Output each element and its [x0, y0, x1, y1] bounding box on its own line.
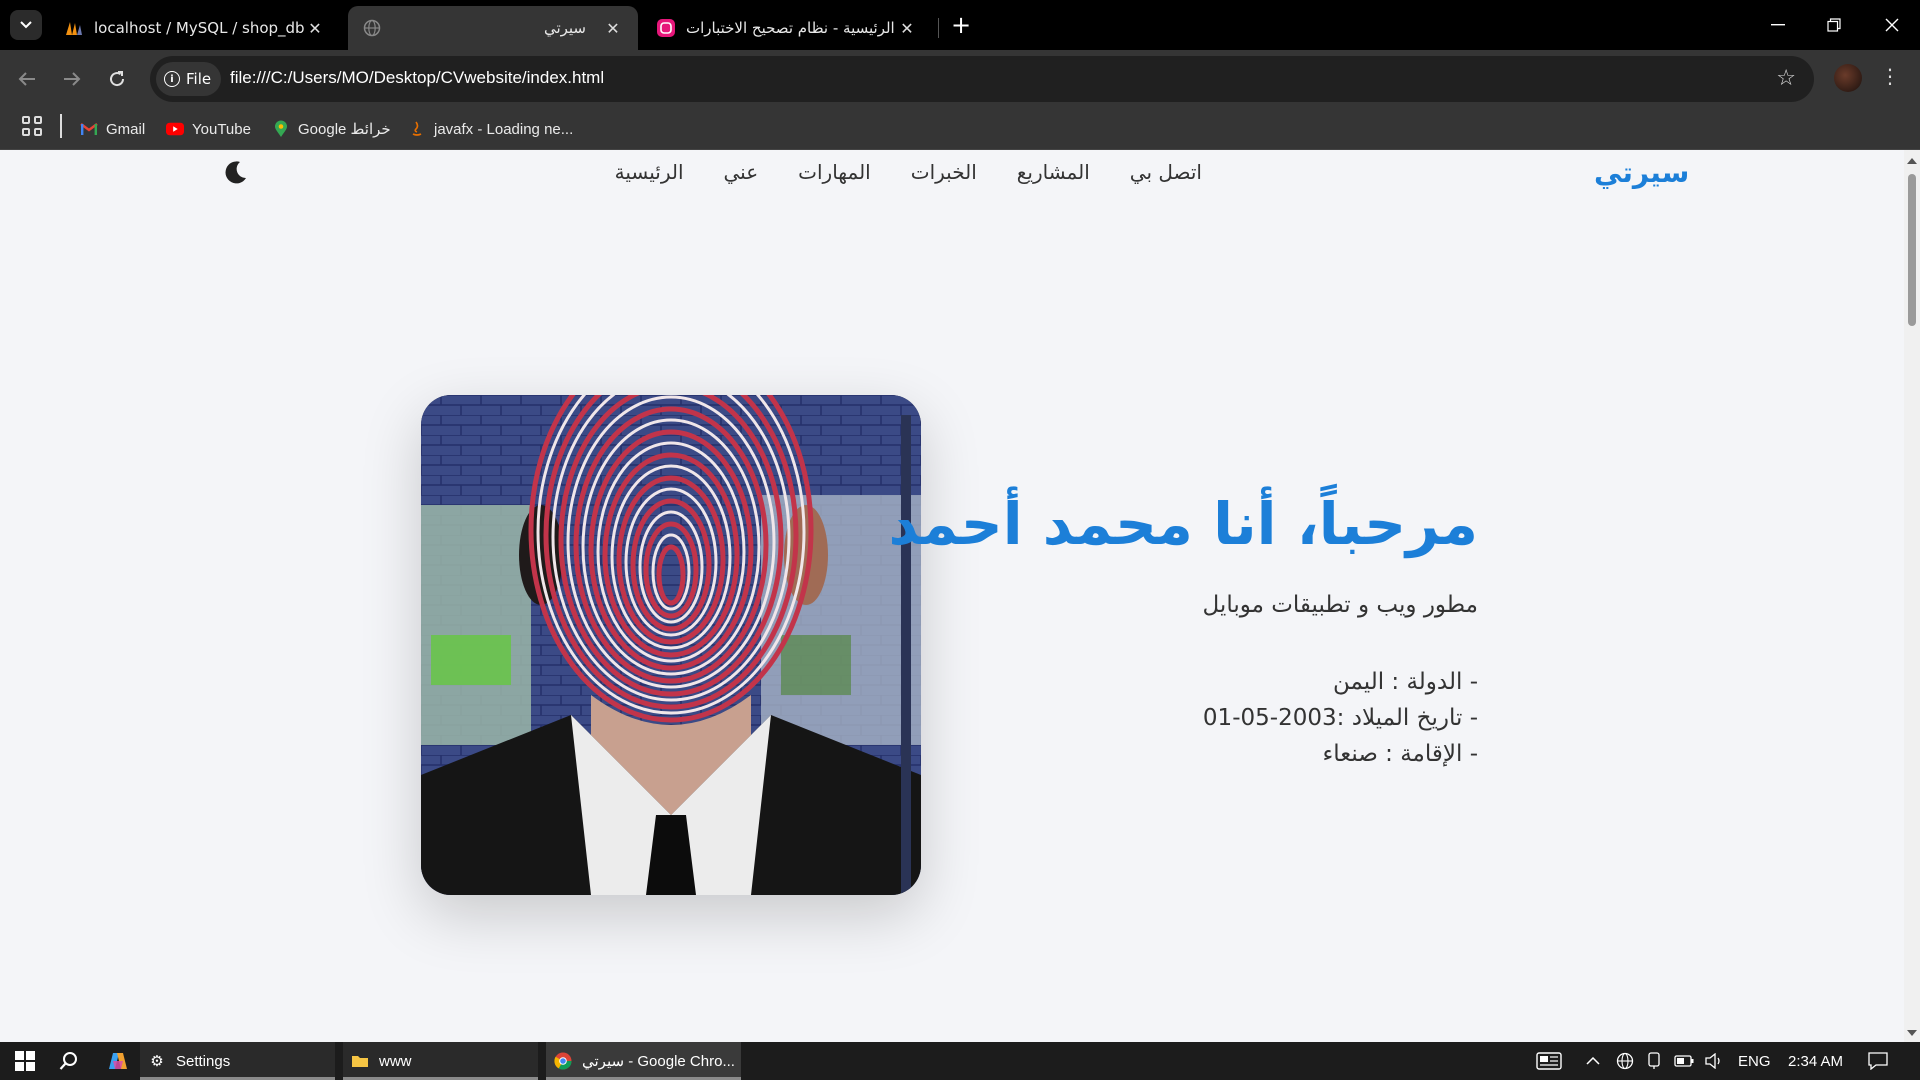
globe-icon — [362, 18, 382, 38]
profile-photo — [421, 395, 921, 895]
gear-icon: ⚙ — [150, 1053, 164, 1070]
taskbar-app-label: Settings — [176, 1052, 231, 1070]
minimize-icon — [1771, 24, 1785, 26]
browser-toolbar: i File file:///C:/Users/MO/Desktop/CVweb… — [0, 50, 1920, 108]
bookmark-maps[interactable]: Google خرائط — [272, 116, 391, 142]
search-button[interactable] — [54, 1042, 84, 1080]
bookmark-label: Gmail — [106, 120, 146, 138]
profile-avatar[interactable] — [1834, 64, 1862, 92]
apps-grid-icon[interactable] — [22, 116, 42, 136]
reload-icon — [110, 71, 125, 87]
close-tab-icon[interactable]: ✕ — [896, 19, 918, 38]
bookmarks-divider — [60, 114, 62, 138]
clock[interactable]: 2:34 AM — [1788, 1042, 1843, 1080]
web-page: سيرتي الرئيسية عني المهارات الخبرات المش… — [0, 150, 1904, 1042]
site-nav: الرئيسية عني المهارات الخبرات المشاريع ا… — [615, 160, 1202, 184]
language-indicator[interactable]: ENG — [1738, 1042, 1771, 1080]
nav-experience[interactable]: الخبرات — [911, 160, 977, 184]
new-tab-button[interactable]: + — [947, 11, 975, 39]
restore-icon — [1827, 18, 1841, 32]
volume-icon[interactable] — [1704, 1042, 1724, 1080]
minimize-button[interactable] — [1750, 0, 1806, 50]
chip-label: File — [186, 70, 212, 88]
windows-logo-icon — [15, 1051, 35, 1071]
close-window-button[interactable] — [1864, 0, 1920, 50]
bookmark-star-icon[interactable]: ☆ — [1776, 66, 1796, 91]
info-icon: i — [164, 71, 180, 87]
close-tab-icon[interactable]: ✕ — [304, 19, 326, 38]
reload-button[interactable] — [102, 64, 132, 94]
info-country: - الدولة : اليمن — [1332, 669, 1478, 695]
hero-info-list: - الدولة : اليمن - تاريخ الميلاد :2003-0… — [1203, 664, 1478, 772]
nav-home[interactable]: الرئيسية — [615, 160, 684, 184]
info-residence: - الإقامة : صنعاء — [1322, 741, 1478, 767]
youtube-icon — [166, 120, 184, 138]
url-text[interactable]: file:///C:/Users/MO/Desktop/CVwebsite/in… — [230, 68, 604, 88]
bookmark-label: Google خرائط — [298, 121, 391, 138]
bookmark-gmail[interactable]: Gmail — [80, 116, 145, 142]
info-birthdate: - تاريخ الميلاد :2003-05-01 — [1202, 705, 1478, 731]
search-icon — [59, 1052, 77, 1070]
bookmark-label: javafx - Loading ne... — [434, 120, 574, 138]
taskbar-app-label: سيرتي - Google Chro... — [582, 1053, 735, 1070]
nav-projects[interactable]: المشاريع — [1017, 160, 1090, 184]
hero-title: مرحباً، أنا محمد أحمد — [888, 490, 1478, 558]
bookmark-youtube[interactable]: YouTube — [166, 116, 251, 142]
forward-button[interactable] — [57, 64, 87, 94]
copilot-icon — [109, 1053, 127, 1069]
maps-icon — [272, 120, 290, 138]
tab-exam-system[interactable]: الرئيسية - نظام تصحيح الاختبارات ✕ — [642, 6, 932, 50]
chrome-icon — [554, 1052, 572, 1070]
chevron-down-icon — [20, 21, 32, 29]
site-logo[interactable]: سيرتي — [1594, 156, 1689, 189]
tab-title: الرئيسية - نظام تصحيح الاختبارات — [686, 19, 895, 37]
start-button[interactable] — [10, 1042, 40, 1080]
site-info-chip[interactable]: i File — [156, 62, 222, 96]
nav-skills[interactable]: المهارات — [798, 160, 871, 184]
tab-phpmyadmin[interactable]: localhost / MySQL / shop_db / ✕ — [50, 6, 340, 50]
chevron-up-icon[interactable] — [1586, 1042, 1600, 1080]
phpmyadmin-icon — [64, 18, 84, 38]
meet-now-icon[interactable] — [1646, 1042, 1662, 1080]
tab-search-button[interactable] — [10, 10, 42, 40]
java-icon — [408, 120, 426, 138]
arrow-left-icon — [18, 72, 35, 86]
bookmark-javafx[interactable]: javafx - Loading ne... — [408, 116, 573, 142]
news-widget-icon[interactable] — [1536, 1042, 1562, 1080]
close-icon — [1885, 18, 1899, 32]
taskbar-app-settings[interactable]: ⚙ Settings — [140, 1042, 335, 1080]
scroll-down-arrow[interactable] — [1907, 1030, 1917, 1036]
tab-separator — [938, 18, 939, 38]
nav-about[interactable]: عني — [724, 160, 759, 184]
app-icon — [656, 18, 676, 38]
address-bar[interactable]: i File file:///C:/Users/MO/Desktop/CVweb… — [150, 56, 1814, 102]
tab-cv[interactable]: سيرتي ✕ — [348, 6, 638, 50]
nav-contact[interactable]: اتصل بي — [1130, 160, 1202, 184]
page-scrollbar[interactable] — [1904, 150, 1920, 1042]
folder-icon — [351, 1052, 369, 1070]
windows-taskbar: ⚙ Settings www سيرتي - Google Chro... EN… — [0, 1042, 1920, 1080]
notification-icon[interactable] — [1868, 1042, 1888, 1080]
hero-subtitle: مطور ويب و تطبيقات موبايل — [1202, 592, 1479, 618]
close-tab-icon[interactable]: ✕ — [602, 19, 624, 38]
tab-title: localhost / MySQL / shop_db / — [94, 19, 304, 37]
gmail-icon — [80, 120, 98, 138]
back-button[interactable] — [12, 64, 42, 94]
scroll-up-arrow[interactable] — [1907, 158, 1917, 164]
arrow-right-icon — [64, 72, 81, 86]
taskbar-app-chrome[interactable]: سيرتي - Google Chro... — [546, 1042, 741, 1080]
restore-button[interactable] — [1806, 0, 1862, 50]
battery-icon[interactable] — [1674, 1042, 1694, 1080]
scrollbar-thumb[interactable] — [1908, 174, 1916, 326]
copilot-button[interactable] — [103, 1042, 133, 1080]
tab-title: سيرتي — [543, 19, 586, 37]
network-globe-icon[interactable] — [1616, 1042, 1634, 1080]
menu-kebab-icon[interactable]: ⋮ — [1880, 64, 1900, 88]
taskbar-app-label: www — [379, 1052, 412, 1070]
moon-icon[interactable] — [222, 158, 250, 186]
taskbar-app-explorer[interactable]: www — [343, 1042, 538, 1080]
browser-tab-strip: localhost / MySQL / shop_db / ✕ سيرتي ✕ … — [0, 0, 1920, 50]
bookmark-label: YouTube — [192, 120, 251, 138]
